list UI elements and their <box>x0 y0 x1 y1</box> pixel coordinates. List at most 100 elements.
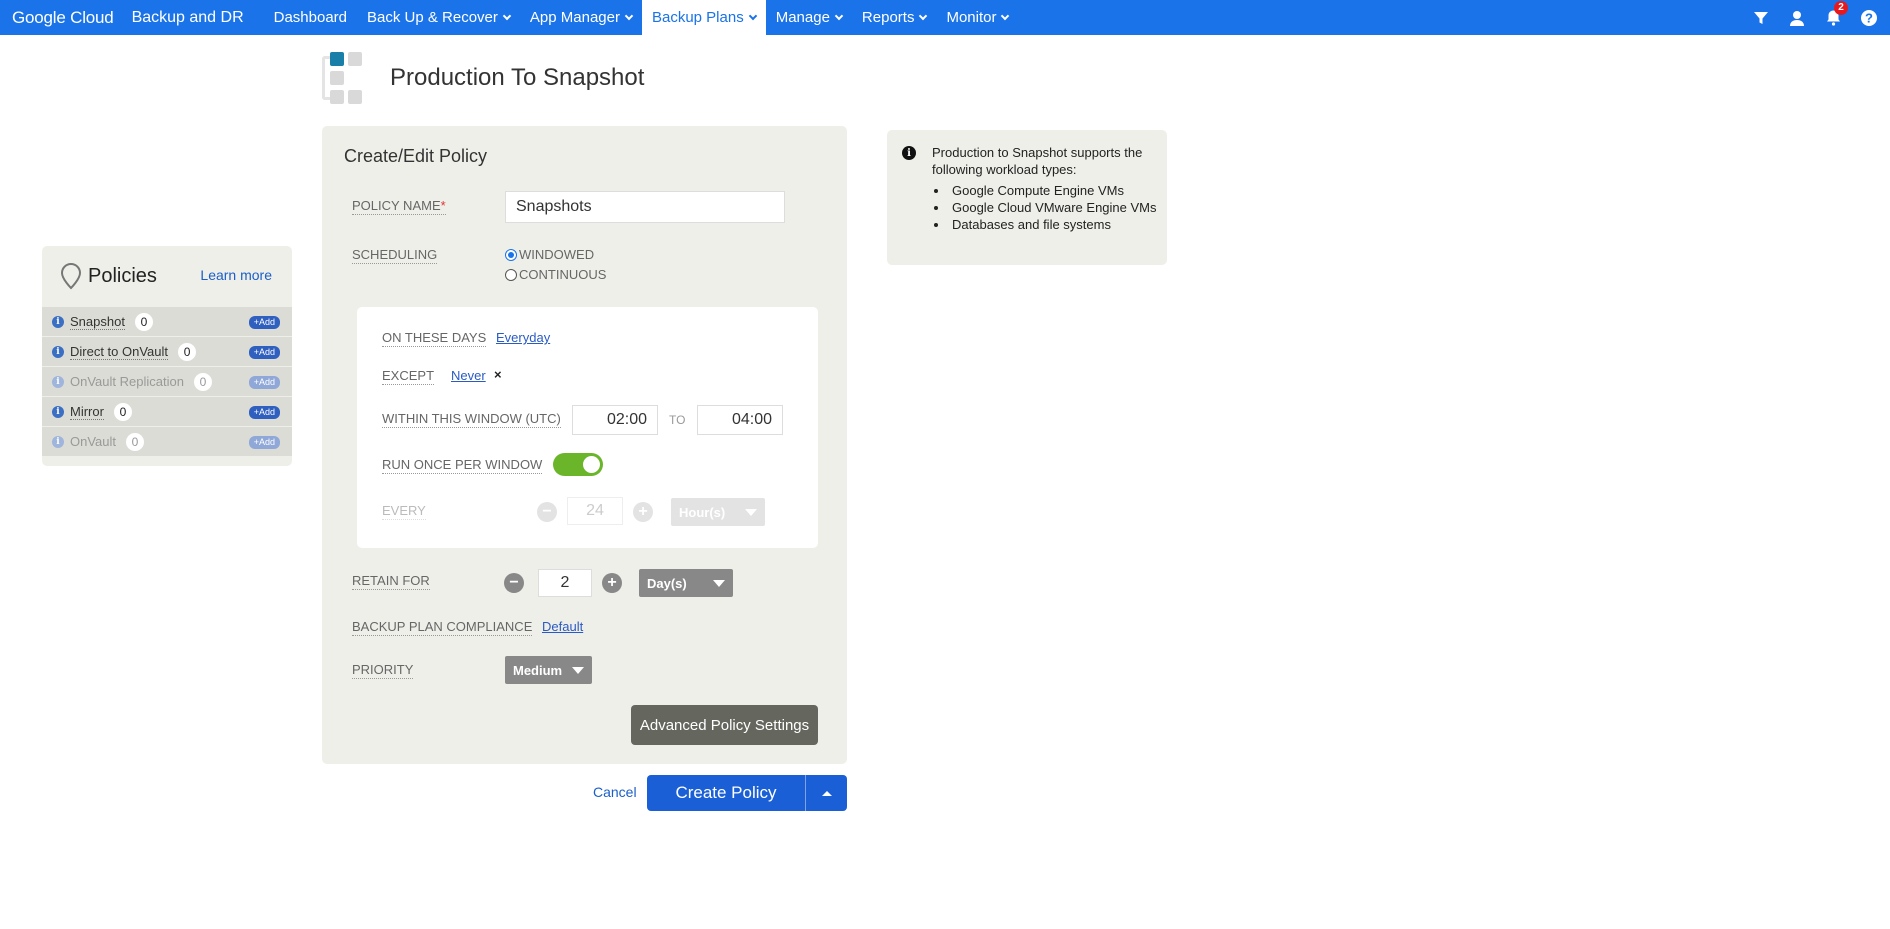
policies-title: Policies <box>88 264 157 287</box>
brand-google-cloud: Google Cloud <box>12 7 114 27</box>
advanced-policy-settings-button[interactable]: Advanced Policy Settings <box>631 705 818 745</box>
window-start-input[interactable]: 02:00 <box>572 405 658 435</box>
bell-icon[interactable]: 2 <box>1822 0 1848 29</box>
every-decrement-button: − <box>537 502 557 522</box>
notification-count-badge: 2 <box>1834 0 1848 15</box>
nav-label: Manage <box>775 9 830 26</box>
filter-icon[interactable] <box>1750 7 1772 29</box>
select-value: Medium <box>513 662 563 678</box>
retain-decrement-button[interactable]: − <box>504 573 524 593</box>
policy-name-input[interactable]: Snapshots <box>505 191 785 223</box>
add-policy-button[interactable]: +Add <box>248 346 280 359</box>
retain-increment-button[interactable]: + <box>602 573 622 593</box>
create-edit-policy-form: Create/Edit Policy POLICY NAME* Snapshot… <box>322 126 847 764</box>
except-link[interactable]: Never <box>451 368 486 383</box>
policy-row-direct-to-onvault[interactable]: i Direct to OnVault 0 +Add <box>42 336 292 366</box>
policies-header: Policies Learn more <box>42 246 292 306</box>
info-icon: i <box>52 375 64 388</box>
chevron-down-icon <box>1001 11 1010 20</box>
policy-count: 0 <box>178 342 197 361</box>
compliance-label: BACKUP PLAN COMPLIANCE <box>352 619 533 636</box>
nav-app-manager[interactable]: App Manager <box>520 0 642 35</box>
nav-reports[interactable]: Reports <box>852 0 937 35</box>
workload-list: Google Compute Engine VMs Google Cloud V… <box>937 182 1157 233</box>
workload-info-panel: i Production to Snapshot supports the fo… <box>887 130 1167 265</box>
info-icon: i <box>52 435 64 448</box>
priority-label: PRIORITY <box>352 662 414 679</box>
policy-name: Direct to OnVault <box>70 343 169 360</box>
radio-label: WINDOWED <box>519 247 595 262</box>
list-item: Google Compute Engine VMs <box>949 182 1157 199</box>
nav-label: App Manager <box>529 9 620 26</box>
clear-except-icon[interactable]: × <box>494 367 502 382</box>
scheduling-label: SCHEDULING <box>352 247 438 264</box>
run-once-label: RUN ONCE PER WINDOW <box>382 457 543 474</box>
except-label: EXCEPT <box>382 368 435 385</box>
nav-label: Monitor <box>946 9 997 26</box>
main-nav: Dashboard Back Up & Recover App Manager … <box>264 0 1019 35</box>
policies-panel: Policies Learn more i Snapshot 0 +Add i … <box>42 246 292 466</box>
pin-icon <box>60 262 82 290</box>
info-icon: i <box>902 146 916 160</box>
required-mark: * <box>440 198 446 213</box>
policy-count: 0 <box>126 432 145 451</box>
label-text: POLICY NAME <box>352 198 441 213</box>
add-policy-button[interactable]: +Add <box>248 316 280 329</box>
dropdown-arrow-icon <box>713 580 725 587</box>
schedule-settings-box: ON THESE DAYS Everyday EXCEPT Never × WI… <box>357 307 818 548</box>
radio-unchecked[interactable] <box>505 268 517 281</box>
policy-row-snapshot[interactable]: i Snapshot 0 +Add <box>42 306 292 336</box>
list-item: Google Cloud VMware Engine VMs <box>949 199 1157 216</box>
help-icon[interactable]: ? <box>1858 7 1880 29</box>
compliance-link[interactable]: Default <box>542 619 583 634</box>
window-end-input[interactable]: 04:00 <box>697 405 783 435</box>
every-label: EVERY <box>382 503 426 520</box>
dropdown-arrow-icon <box>745 509 757 516</box>
nav-label: Backup Plans <box>651 9 744 26</box>
chevron-down-icon <box>834 11 844 20</box>
nav-manage[interactable]: Manage <box>766 0 852 35</box>
priority-select[interactable]: Medium <box>505 656 592 684</box>
on-these-days-link[interactable]: Everyday <box>496 330 550 345</box>
svg-text:?: ? <box>1865 10 1873 25</box>
policy-name: Snapshot <box>70 313 125 330</box>
nav-backup-plans[interactable]: Backup Plans <box>641 0 766 35</box>
add-policy-button[interactable]: +Add <box>248 406 280 419</box>
user-icon[interactable] <box>1786 7 1808 29</box>
chevron-down-icon <box>748 11 757 20</box>
every-unit-select: Hour(s) <box>671 498 765 526</box>
add-policy-button: +Add <box>248 436 280 449</box>
retain-unit-select[interactable]: Day(s) <box>639 569 733 597</box>
brand[interactable]: Google Cloud Backup and DR <box>12 8 244 28</box>
info-text: Production to Snapshot supports the foll… <box>932 145 1143 177</box>
nav-monitor[interactable]: Monitor <box>936 0 1018 35</box>
policy-row-mirror[interactable]: i Mirror 0 +Add <box>42 396 292 426</box>
info-icon[interactable]: i <box>52 315 64 328</box>
run-once-toggle[interactable] <box>553 453 603 476</box>
window-label: WITHIN THIS WINDOW (UTC) <box>382 411 561 428</box>
nav-back-up-recover[interactable]: Back Up & Recover <box>357 0 520 35</box>
window-to-label: TO <box>669 413 686 427</box>
policy-name: Mirror <box>70 403 104 420</box>
brand-product-name: Backup and DR <box>131 8 244 26</box>
policy-name: OnVault Replication <box>70 374 184 389</box>
retain-for-input[interactable]: 2 <box>538 569 592 597</box>
on-these-days-label: ON THESE DAYS <box>382 330 487 347</box>
info-icon[interactable]: i <box>52 345 64 358</box>
scheduling-windowed-radio[interactable]: WINDOWED <box>505 247 594 262</box>
cancel-button[interactable]: Cancel <box>593 784 637 800</box>
backup-plan-icon <box>322 50 368 106</box>
scheduling-continuous-radio[interactable]: CONTINUOUS <box>505 267 606 282</box>
info-icon[interactable]: i <box>52 405 64 418</box>
radio-checked[interactable] <box>505 248 517 261</box>
nav-dashboard[interactable]: Dashboard <box>264 0 357 35</box>
learn-more-link[interactable]: Learn more <box>200 267 272 283</box>
dropdown-arrow-icon <box>572 667 584 674</box>
nav-label: Reports <box>861 9 915 26</box>
top-icons: 2 ? <box>1750 0 1880 35</box>
select-value: Day(s) <box>647 575 687 591</box>
policy-row-onvault: i OnVault 0 +Add <box>42 426 292 456</box>
policy-count: 0 <box>134 312 153 331</box>
create-policy-menu-button[interactable] <box>806 775 847 811</box>
create-policy-button[interactable]: Create Policy <box>647 775 806 811</box>
